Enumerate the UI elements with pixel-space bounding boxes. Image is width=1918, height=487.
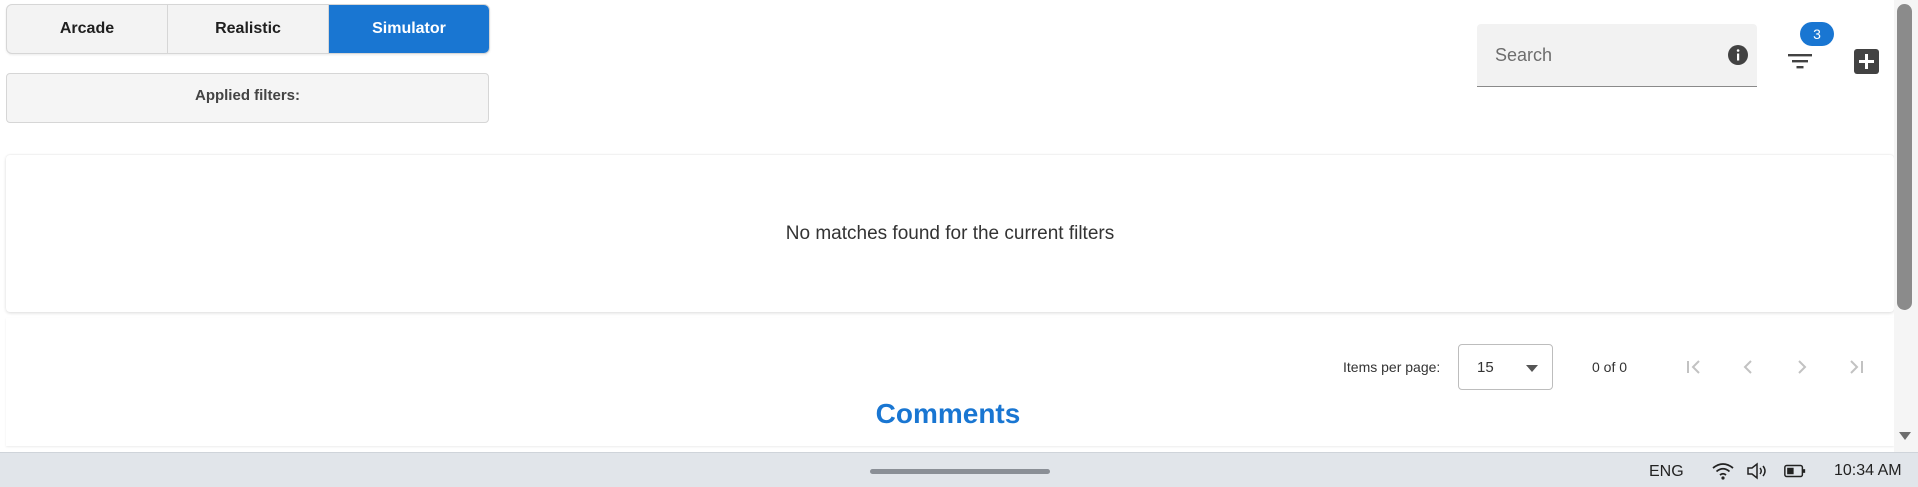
volume-icon[interactable] [1745, 461, 1769, 481]
prev-page-icon[interactable] [1735, 354, 1761, 380]
search-input[interactable] [1495, 44, 1727, 66]
wifi-icon[interactable] [1711, 461, 1735, 481]
comments-heading: Comments [875, 398, 1021, 429]
taskbar: ENG 10:34 AM [0, 452, 1918, 487]
language-indicator[interactable]: ENG [1649, 463, 1684, 481]
game-mode-toggle: Arcade Realistic Simulator [6, 4, 490, 54]
scrollbar-thumb[interactable] [1897, 4, 1912, 310]
applied-filters-label: Applied filters: [194, 87, 300, 104]
page: Arcade Realistic Simulator Applied filte… [0, 0, 1918, 487]
home-handle[interactable] [870, 469, 1050, 474]
battery-icon[interactable] [1783, 461, 1807, 481]
first-page-icon[interactable] [1681, 354, 1707, 380]
mode-tab-simulator[interactable]: Simulator [329, 5, 489, 53]
scroll-down-arrow-icon[interactable] [1898, 430, 1912, 442]
clock-time[interactable]: 10:34 AM [1834, 462, 1902, 480]
filter-count-badge: 3 [1800, 22, 1834, 46]
items-per-page-value: 15 [1477, 358, 1494, 376]
last-page-icon[interactable] [1843, 354, 1869, 380]
mode-tab-arcade[interactable]: Arcade [7, 5, 168, 53]
items-per-page-select[interactable]: 15 [1458, 344, 1553, 390]
applied-filters-panel: Applied filters: [6, 73, 489, 123]
add-icon[interactable] [1854, 49, 1879, 74]
mode-tab-realistic[interactable]: Realistic [168, 5, 329, 53]
empty-results-message: No matches found for the current filters [785, 222, 1115, 244]
info-icon[interactable] [1727, 44, 1749, 66]
next-page-icon[interactable] [1789, 354, 1815, 380]
search-field[interactable] [1477, 24, 1757, 87]
page-range-label: 0 of 0 [1592, 359, 1628, 375]
results-card: No matches found for the current filters [6, 155, 1894, 312]
items-per-page-label: Items per page: [1343, 359, 1441, 375]
filter-icon[interactable] [1783, 44, 1817, 78]
dropdown-arrow-icon [1526, 359, 1538, 376]
